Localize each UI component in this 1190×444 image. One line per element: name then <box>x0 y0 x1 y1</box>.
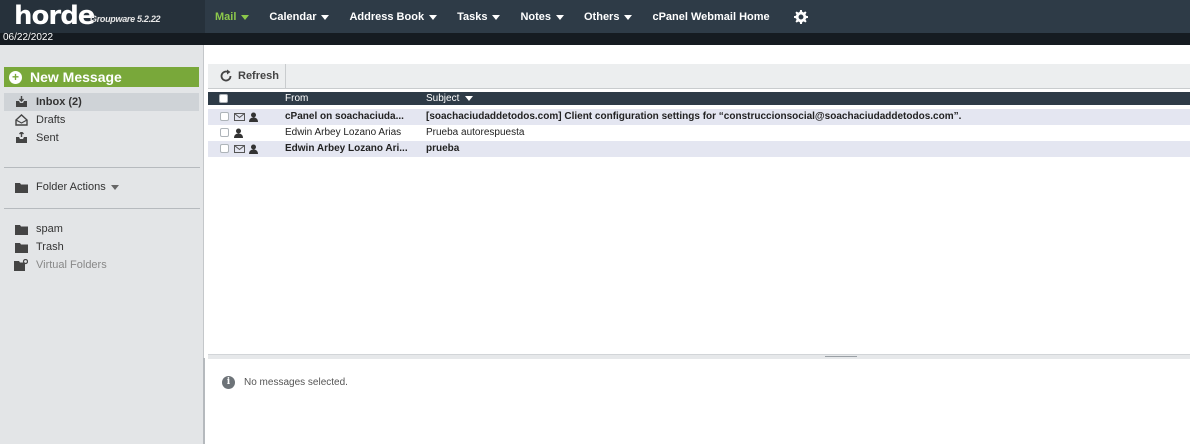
preview-splitter[interactable] <box>208 354 1190 359</box>
folder-icon <box>14 240 28 254</box>
sidebar-item-label: Inbox (2) <box>36 96 82 108</box>
chevron-down-icon <box>429 14 438 20</box>
refresh-label: Refresh <box>238 70 279 82</box>
folder-actions-menu[interactable]: Folder Actions <box>4 178 199 196</box>
horde-logo[interactable]: horde Groupware 5.2.22 <box>0 0 205 33</box>
preview-empty-text: No messages selected. <box>244 377 348 388</box>
menu-cpanel-home[interactable]: cPanel Webmail Home <box>642 0 779 33</box>
folder-icon <box>14 222 28 236</box>
chevron-down-icon <box>110 185 119 190</box>
menu-others-label: Others <box>584 10 620 23</box>
menu-mail[interactable]: Mail <box>205 0 259 33</box>
splitter-grip[interactable] <box>825 356 857 357</box>
info-icon: i <box>222 376 235 389</box>
folder-actions-label: Folder Actions <box>36 181 106 193</box>
menu-mail-label: Mail <box>215 10 237 23</box>
contact-icon <box>249 112 258 122</box>
message-subject: [soachaciudaddetodos.com] Client configu… <box>426 111 962 122</box>
message-row[interactable]: Edwin Arbey Lozano Ari... prueba <box>208 141 1190 157</box>
menu-others[interactable]: Others <box>574 0 642 33</box>
contact-icon <box>249 144 258 154</box>
sort-desc-icon <box>465 96 474 101</box>
sidebar-divider <box>4 167 200 168</box>
message-subject: prueba <box>426 143 460 154</box>
menu-tasks-label: Tasks <box>457 10 488 23</box>
menu-address-book[interactable]: Address Book <box>339 0 447 33</box>
message-list-header: From Subject <box>208 92 1190 105</box>
new-message-button[interactable]: + New Message <box>4 67 199 87</box>
menu-notes[interactable]: Notes <box>510 0 574 33</box>
folder-icon <box>14 180 28 194</box>
sidebar-item-virtual-folders[interactable]: Virtual Folders <box>4 256 199 274</box>
message-checkbox[interactable] <box>220 128 229 137</box>
menu-tasks[interactable]: Tasks <box>447 0 510 33</box>
main-menu: Mail Calendar Address Book Tasks Notes O… <box>205 0 818 33</box>
sidebar-item-label: spam <box>36 223 63 235</box>
plus-circle-icon: + <box>9 70 22 84</box>
chevron-down-icon <box>492 14 501 20</box>
sidebar-item-spam[interactable]: spam <box>4 220 199 238</box>
current-date: 06/22/2022 <box>3 32 54 43</box>
drafts-icon <box>14 113 28 127</box>
inbox-icon <box>14 95 28 109</box>
column-subject[interactable]: Subject <box>426 92 474 105</box>
settings-button[interactable] <box>780 0 818 33</box>
sidebar-item-label: Trash <box>36 241 64 253</box>
message-from: Edwin Arbey Lozano Ari... <box>285 143 408 154</box>
message-from: Edwin Arbey Lozano Arias <box>285 127 402 138</box>
menu-cpanel-home-label: cPanel Webmail Home <box>652 10 770 23</box>
new-message-label: New Message <box>30 69 122 85</box>
gear-icon <box>793 9 808 24</box>
logo-version: Groupware 5.2.22 <box>90 14 161 24</box>
menu-notes-label: Notes <box>520 10 551 23</box>
select-all-checkbox[interactable] <box>219 94 228 103</box>
sidebar-item-drafts[interactable]: Drafts <box>4 111 199 129</box>
contact-icon <box>234 128 243 138</box>
virtual-folder-icon <box>14 258 28 272</box>
message-checkbox[interactable] <box>220 112 229 121</box>
top-navigation-bar: horde Groupware 5.2.22 Mail Calendar Add… <box>0 0 1190 33</box>
message-from: cPanel on soachaciuda... <box>285 111 404 122</box>
mailbox-toolbar: Refresh <box>208 64 1190 89</box>
sidebar: + New Message Inbox (2) Drafts Sent Fold… <box>0 45 204 444</box>
sidebar-resize-handle[interactable] <box>203 358 205 444</box>
message-row[interactable]: Edwin Arbey Lozano Arias Prueba autoresp… <box>208 125 1190 141</box>
column-subject-label: Subject <box>426 93 460 104</box>
chevron-down-icon <box>241 14 250 20</box>
sidebar-divider <box>4 208 200 209</box>
date-bar: 06/22/2022 <box>0 32 1190 45</box>
refresh-icon <box>220 69 232 82</box>
sidebar-item-inbox[interactable]: Inbox (2) <box>4 93 199 111</box>
message-row[interactable]: cPanel on soachaciuda... [soachaciudadde… <box>208 109 1190 125</box>
logo-word: horde <box>14 1 95 31</box>
menu-calendar-label: Calendar <box>269 10 317 23</box>
chevron-down-icon <box>321 14 330 20</box>
sidebar-item-label: Drafts <box>36 114 66 126</box>
envelope-icon <box>234 145 245 153</box>
sidebar-item-sent[interactable]: Sent <box>4 129 199 147</box>
sent-icon <box>14 131 28 145</box>
message-subject: Prueba autorespuesta <box>426 127 525 138</box>
sidebar-item-label: Sent <box>36 132 59 144</box>
sidebar-item-trash[interactable]: Trash <box>4 238 199 256</box>
menu-address-book-label: Address Book <box>349 10 425 23</box>
menu-calendar[interactable]: Calendar <box>259 0 339 33</box>
envelope-icon <box>234 113 245 121</box>
preview-pane-empty: i No messages selected. <box>222 376 348 389</box>
refresh-button[interactable]: Refresh <box>211 64 286 88</box>
sidebar-item-label: Virtual Folders <box>36 259 107 271</box>
chevron-down-icon <box>624 14 633 20</box>
column-from[interactable]: From <box>285 92 308 105</box>
chevron-down-icon <box>556 14 564 20</box>
message-checkbox[interactable] <box>220 144 229 153</box>
